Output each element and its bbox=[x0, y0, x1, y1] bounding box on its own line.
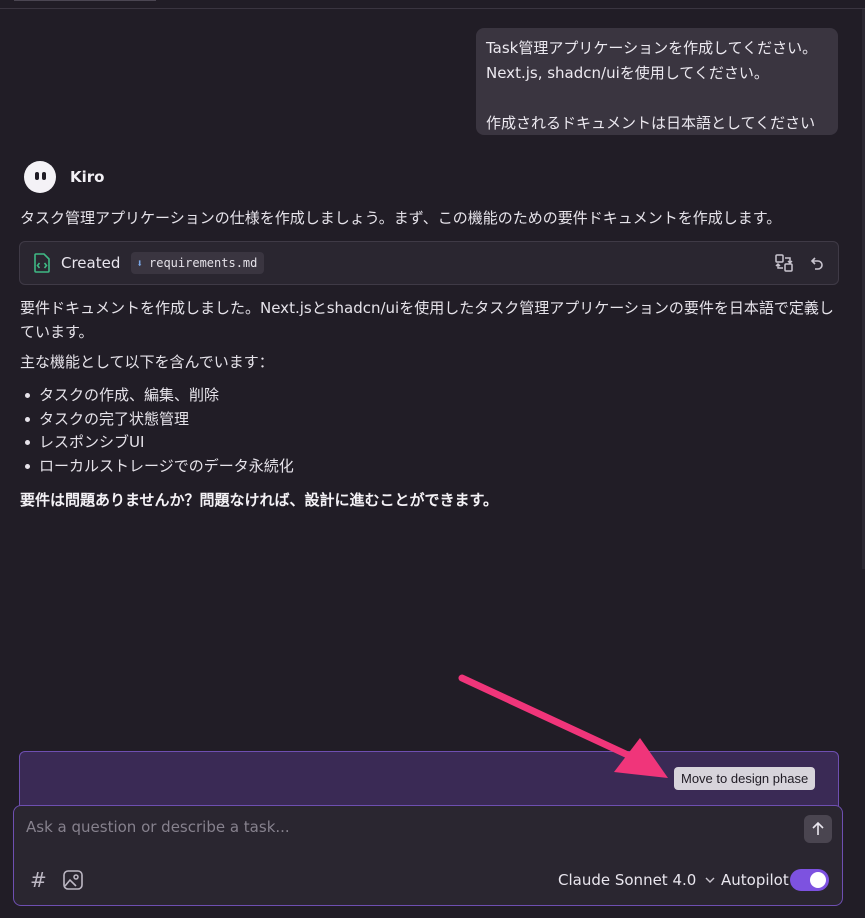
autopilot-toggle[interactable] bbox=[790, 869, 829, 891]
agent-question-text: 要件は問題ありませんか？問題なければ、設計に進むことができます。 bbox=[20, 491, 499, 509]
arrow-up-icon bbox=[812, 821, 824, 835]
file-chip-name: requirements.md bbox=[149, 256, 258, 270]
list-item: ローカルストレージでのデータ永続化 bbox=[20, 455, 294, 479]
list-item: タスクの完了状態管理 bbox=[20, 408, 294, 432]
move-to-design-phase-button[interactable]: Move to design phase bbox=[674, 767, 816, 790]
agent-intro-text: タスク管理アプリケーションの仕様を作成しましょう。まず、この機能のための要件ドキ… bbox=[20, 209, 782, 227]
agent-name: Kiro bbox=[70, 168, 105, 186]
model-selector[interactable]: Claude Sonnet 4.0 bbox=[558, 869, 716, 891]
chat-composer: # Claude Sonnet 4.0 Autopilot bbox=[13, 805, 843, 906]
toggle-knob bbox=[810, 872, 826, 888]
autopilot-label: Autopilot bbox=[721, 871, 789, 889]
list-item: レスポンシブUI bbox=[20, 431, 294, 455]
user-message-line: Next.js, shadcn/uiを使用してください。 bbox=[486, 64, 769, 82]
user-message-line: 作成されるドキュメントは日本語としてください bbox=[486, 114, 816, 132]
editor-tab-edge bbox=[14, 0, 156, 1]
agent-header: Kiro bbox=[24, 160, 104, 194]
features-heading: 主な機能として以下を含んでいます： bbox=[20, 353, 274, 371]
send-button[interactable] bbox=[804, 815, 832, 843]
created-label: Created bbox=[61, 254, 121, 272]
file-code-icon bbox=[34, 253, 50, 273]
hash-context-icon[interactable]: # bbox=[30, 868, 47, 892]
chat-input[interactable] bbox=[26, 816, 786, 838]
created-file-card: Created ⬇ requirements.md bbox=[19, 241, 839, 285]
user-message-line: Task管理アプリケーションを作成してください。 bbox=[486, 39, 818, 57]
compare-icon[interactable] bbox=[774, 253, 794, 273]
features-list: タスクの作成、編集、削除 タスクの完了状態管理 レスポンシブUI ローカルストレ… bbox=[20, 384, 294, 478]
kiro-avatar-icon bbox=[24, 161, 56, 193]
undo-icon[interactable] bbox=[806, 253, 826, 273]
model-selector-label: Claude Sonnet 4.0 bbox=[558, 871, 697, 889]
file-chip-requirements[interactable]: ⬇ requirements.md bbox=[131, 252, 265, 274]
chevron-down-icon bbox=[705, 877, 715, 883]
user-message-bubble: Task管理アプリケーションを作成してください。 Next.js, shadcn… bbox=[476, 28, 838, 135]
markdown-file-icon: ⬇ bbox=[136, 256, 143, 270]
panel-top-border bbox=[0, 8, 865, 9]
agent-summary-text: 要件ドキュメントを作成しました。Next.jsとshadcn/uiを使用したタス… bbox=[20, 299, 834, 341]
card-actions bbox=[774, 253, 826, 273]
list-item: タスクの作成、編集、削除 bbox=[20, 384, 294, 408]
image-attach-icon[interactable] bbox=[62, 869, 84, 891]
